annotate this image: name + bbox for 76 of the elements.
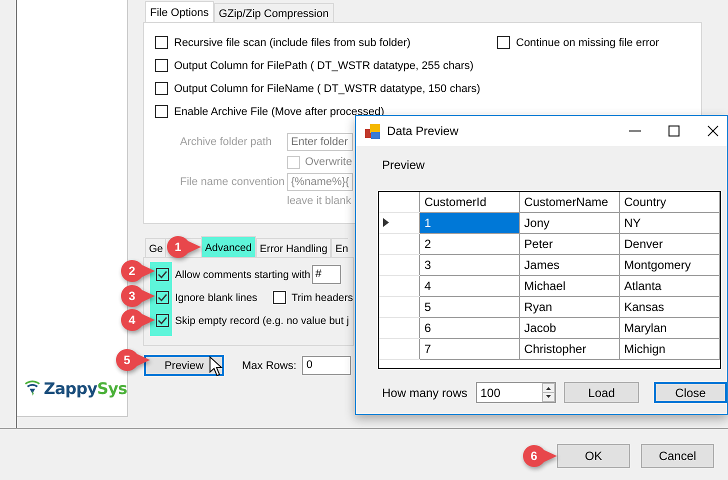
table-cell: James xyxy=(520,254,620,275)
table-cell: 5 xyxy=(420,296,520,317)
tab[interactable]: File Options xyxy=(145,1,214,22)
checkbox[interactable] xyxy=(497,36,510,49)
callout-badge: 5 xyxy=(115,348,150,372)
field-label: Max Rows: xyxy=(242,360,296,372)
app-icon xyxy=(365,124,380,138)
spinner-icon[interactable] xyxy=(542,383,556,402)
callout-badge: 4 xyxy=(120,308,155,332)
field-label: File name convention xyxy=(180,175,286,190)
option-label: Trim headers xyxy=(292,292,353,304)
cursor-icon xyxy=(209,356,223,377)
dialog-button[interactable]: Load xyxy=(564,382,639,403)
preview-button[interactable]: Preview xyxy=(144,355,224,376)
table-cell: Michign xyxy=(620,338,720,359)
logo-text: ZappySys xyxy=(44,378,127,398)
table-cell: 6 xyxy=(420,317,520,338)
callout-badge: 1 xyxy=(166,235,201,259)
table-cell: Denver xyxy=(620,233,720,254)
checkbox[interactable] xyxy=(156,291,169,304)
option-label: Recursive file scan (include files from sub folder) xyxy=(174,36,411,48)
dialog-button[interactable]: Close xyxy=(654,382,727,403)
checkbox[interactable] xyxy=(156,268,169,281)
checkbox[interactable] xyxy=(155,59,168,72)
callout-badge: 2 xyxy=(120,259,155,283)
option-label: Ignore blank lines xyxy=(175,292,258,304)
tab[interactable]: Advanced xyxy=(201,236,256,257)
column-header[interactable]: Country xyxy=(620,192,720,212)
checkbox[interactable] xyxy=(272,291,286,304)
table-cell: 1 xyxy=(420,212,520,233)
checkbox[interactable] xyxy=(155,36,168,49)
option-label: Output Column for FileName ( DT_WSTR datatype, 150 chars) xyxy=(174,82,480,94)
section-label: Preview xyxy=(381,157,426,174)
tab[interactable]: GZip/Zip Compression xyxy=(214,3,334,22)
field-label: Archive folder path xyxy=(180,135,273,150)
option-label: Overwrite xyxy=(305,156,352,168)
table-cell: Jony xyxy=(520,212,620,233)
input-field[interactable]: 0 xyxy=(302,356,352,375)
table-cell: 3 xyxy=(420,254,520,275)
maximize-icon[interactable] xyxy=(668,125,680,137)
field-label: How many rows xyxy=(382,386,468,400)
checkbox[interactable] xyxy=(155,105,168,118)
table-cell: Michael xyxy=(520,275,620,296)
callout-badge: 3 xyxy=(120,284,155,308)
number-field[interactable]: 100 xyxy=(476,382,556,403)
table-cell: Ryan xyxy=(520,296,620,317)
option-label: Skip empty record (e.g. no value but j xyxy=(175,314,349,326)
table-cell: Marylan xyxy=(620,317,720,338)
option-label: Enable Archive File (Move after processed) xyxy=(174,106,384,118)
callout-badge: 6 xyxy=(522,444,557,468)
close-icon[interactable] xyxy=(707,125,719,137)
window-title: Data Preview xyxy=(387,124,460,138)
dialog-button[interactable]: OK xyxy=(557,444,630,468)
table-cell: Jacob xyxy=(520,317,620,338)
column-header[interactable]: CustomerName xyxy=(520,192,620,212)
checkbox[interactable] xyxy=(156,314,169,327)
option-label: Output Column for FilePath ( DT_WSTR datatype, 255 chars) xyxy=(174,60,474,72)
dialog-button[interactable]: Cancel xyxy=(641,444,714,468)
table-cell: Peter xyxy=(520,233,620,254)
table-cell: Kansas xyxy=(620,296,720,317)
tab[interactable]: En xyxy=(331,238,348,257)
table-cell: Atlanta xyxy=(620,275,720,296)
table-cell: 2 xyxy=(420,233,520,254)
checkbox[interactable] xyxy=(155,82,168,95)
table-cell: Christopher xyxy=(520,338,620,359)
column-header[interactable]: CustomerId xyxy=(420,192,520,212)
tab[interactable]: Error Handling xyxy=(256,238,332,257)
option-label: Allow comments starting with xyxy=(175,268,310,280)
tab[interactable]: Ge xyxy=(145,238,166,257)
table-cell: 4 xyxy=(420,275,520,296)
table-cell: Montgomery xyxy=(620,254,720,275)
table-cell: NY xyxy=(620,212,720,233)
hint-text: leave it blank xyxy=(287,194,352,207)
table-cell: 7 xyxy=(420,338,520,359)
input-field[interactable]: # xyxy=(312,265,342,284)
option-label: Continue on missing file error xyxy=(516,36,660,48)
